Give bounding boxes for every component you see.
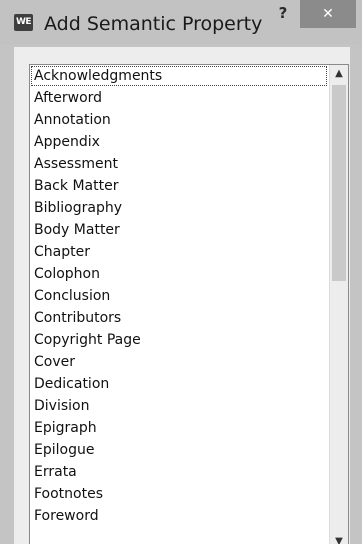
window-title: Add Semantic Property <box>44 13 263 35</box>
vertical-scrollbar[interactable]: ▲ ▼ <box>329 65 348 544</box>
list-item[interactable]: Afterword <box>30 87 328 109</box>
list-item[interactable]: Chapter <box>30 241 328 263</box>
close-icon: ✕ <box>322 6 334 22</box>
close-button[interactable]: ✕ <box>300 0 356 28</box>
list-item[interactable]: Epilogue <box>30 439 328 461</box>
list-item[interactable]: Acknowledgments <box>30 65 328 87</box>
list-item[interactable]: Colophon <box>30 263 328 285</box>
list-item[interactable]: Annotation <box>30 109 328 131</box>
list-item[interactable]: Conclusion <box>30 285 328 307</box>
scroll-down-icon[interactable]: ▼ <box>330 533 348 544</box>
list-item[interactable]: Dedication <box>30 373 328 395</box>
dialog-body: Acknowledgments Afterword Annotation App… <box>14 47 350 544</box>
list-item[interactable]: Bibliography <box>30 197 328 219</box>
list-item[interactable]: Back Matter <box>30 175 328 197</box>
semantic-property-listbox[interactable]: Acknowledgments Afterword Annotation App… <box>29 64 349 544</box>
list-item[interactable]: Appendix <box>30 131 328 153</box>
list-item[interactable]: Errata <box>30 461 328 483</box>
list-item[interactable]: Cover <box>30 351 328 373</box>
list-item[interactable]: Epigraph <box>30 417 328 439</box>
property-list: Acknowledgments Afterword Annotation App… <box>30 65 328 527</box>
list-item[interactable]: Body Matter <box>30 219 328 241</box>
list-item[interactable]: Foreword <box>30 505 328 527</box>
list-item[interactable]: Footnotes <box>30 483 328 505</box>
scrollbar-thumb[interactable] <box>332 85 346 281</box>
list-item[interactable]: Copyright Page <box>30 329 328 351</box>
help-button[interactable]: ? <box>268 0 298 26</box>
scroll-up-icon[interactable]: ▲ <box>330 65 348 83</box>
title-bar[interactable]: WE Add Semantic Property ? ✕ <box>0 0 362 44</box>
list-item[interactable]: Assessment <box>30 153 328 175</box>
app-logo-icon: WE <box>14 14 33 31</box>
list-item[interactable]: Division <box>30 395 328 417</box>
add-semantic-property-dialog: WE Add Semantic Property ? ✕ Acknowledgm… <box>0 0 362 544</box>
list-item[interactable]: Contributors <box>30 307 328 329</box>
